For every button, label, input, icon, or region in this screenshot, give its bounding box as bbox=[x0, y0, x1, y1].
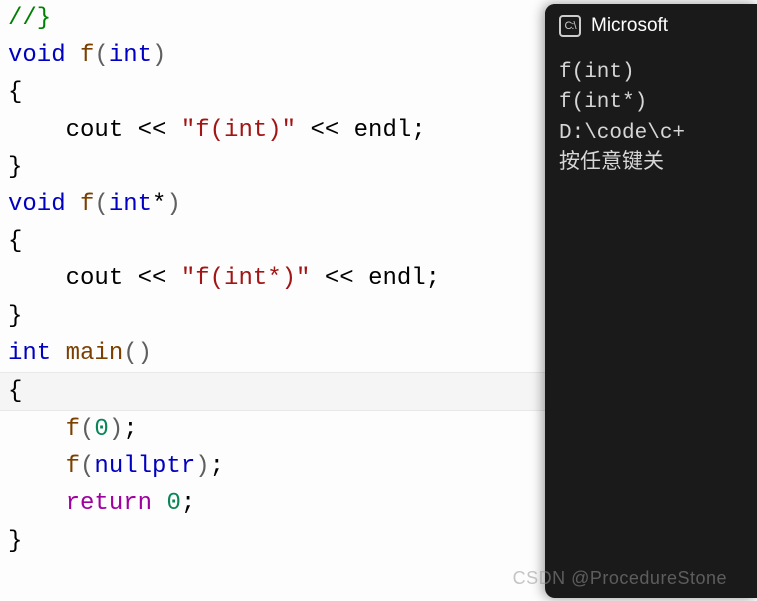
terminal-titlebar[interactable]: C:\ Microsoft bbox=[545, 4, 757, 48]
code-line: { bbox=[8, 223, 545, 260]
terminal-line: f(int*) bbox=[559, 88, 743, 118]
watermark: CSDN @ProcedureStone bbox=[513, 568, 727, 589]
code-line: cout << "f(int)" << endl; bbox=[8, 112, 545, 149]
code-line: f(nullptr); bbox=[8, 448, 545, 485]
terminal-line: 按任意键关 bbox=[559, 149, 743, 179]
code-line: return 0; bbox=[8, 485, 545, 522]
code-line: } bbox=[8, 298, 545, 335]
code-line: void f(int*) bbox=[8, 186, 545, 223]
code-line: cout << "f(int*)" << endl; bbox=[8, 260, 545, 297]
terminal-output: f(int)f(int*)D:\code\c+按任意键关 bbox=[545, 48, 757, 190]
comment-token: //} bbox=[8, 5, 51, 32]
terminal-title: Microsoft bbox=[591, 15, 668, 37]
code-line: } bbox=[8, 523, 545, 560]
terminal-line: f(int) bbox=[559, 58, 743, 88]
code-line: { bbox=[8, 74, 545, 111]
code-line: int main() bbox=[8, 335, 545, 372]
code-line-current: { bbox=[0, 372, 545, 411]
terminal-icon: C:\ bbox=[559, 15, 581, 37]
code-line: } bbox=[8, 149, 545, 186]
terminal-line: D:\code\c+ bbox=[559, 119, 743, 149]
code-line: f(0); bbox=[8, 411, 545, 448]
code-editor[interactable]: //} void f(int) { cout << "f(int)" << en… bbox=[0, 0, 545, 601]
code-line: void f(int) bbox=[8, 37, 545, 74]
code-line: //} bbox=[8, 0, 545, 37]
terminal-window[interactable]: C:\ Microsoft f(int)f(int*)D:\code\c+按任意… bbox=[545, 4, 757, 598]
